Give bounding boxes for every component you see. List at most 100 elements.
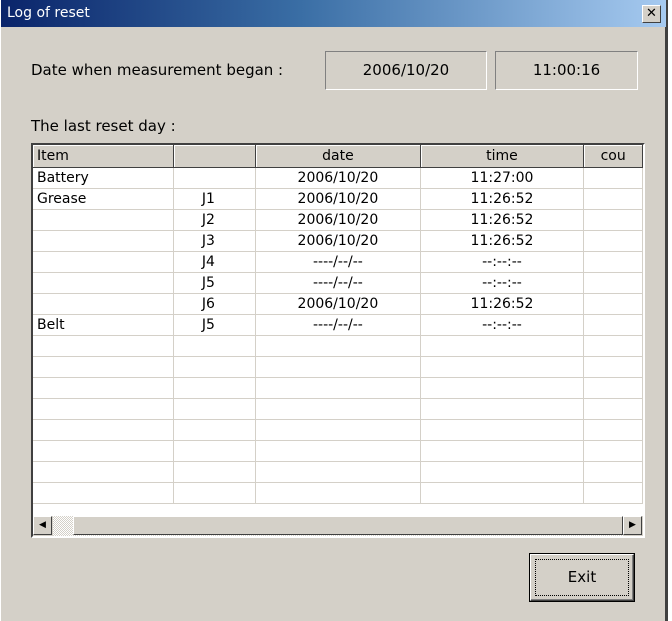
table-row[interactable]: J3 2006/10/20 11:26:52 [33, 230, 643, 252]
table-cell: 2006/10/20 [255, 293, 421, 315]
table-cell: ----/--/-- [255, 314, 421, 336]
table-cell [173, 335, 257, 357]
table-cell: ----/--/-- [255, 272, 421, 294]
table-row[interactable]: Grease J1 2006/10/20 11:26:52 [33, 188, 643, 210]
table-cell: ----/--/-- [255, 251, 421, 273]
table-cell: J2 [173, 209, 257, 231]
table-cell [33, 209, 174, 231]
table-row[interactable]: Belt J5 ----/--/-- --:--:-- [33, 314, 643, 336]
column-header-2[interactable]: date [255, 145, 421, 168]
table-cell [33, 419, 174, 441]
table-cell [583, 461, 643, 483]
table-cell [173, 167, 257, 189]
table-cell [583, 293, 643, 315]
table-cell [173, 398, 257, 420]
table-cell [420, 482, 585, 504]
table-cell [173, 356, 257, 378]
close-icon[interactable]: ✕ [642, 5, 661, 23]
table-cell [583, 230, 643, 252]
table-cell [420, 440, 585, 462]
last-reset-label: The last reset day : [31, 117, 176, 135]
focus-rect [535, 559, 629, 596]
table-row[interactable] [33, 398, 643, 420]
table-cell [173, 461, 257, 483]
table-cell [173, 440, 257, 462]
table-cell: --:--:-- [420, 272, 585, 294]
table-cell [583, 440, 643, 462]
log-of-reset-dialog: Log of reset ✕ Date when measurement beg… [0, 0, 668, 621]
table-cell [583, 251, 643, 273]
table-row[interactable] [33, 356, 643, 378]
table-cell: Battery [33, 167, 174, 189]
column-header-3[interactable]: time [420, 145, 585, 168]
table-cell [33, 335, 174, 357]
table-row[interactable]: J4 ----/--/-- --:--:-- [33, 251, 643, 273]
table-cell: 2006/10/20 [255, 188, 421, 210]
table-cell [583, 377, 643, 399]
table-cell: 11:27:00 [420, 167, 585, 189]
table-cell: J3 [173, 230, 257, 252]
scroll-right-icon[interactable]: ▶ [623, 516, 642, 535]
table-cell [420, 398, 585, 420]
table-row[interactable] [33, 335, 643, 357]
table-cell [583, 398, 643, 420]
table-cell: 11:26:52 [420, 230, 585, 252]
table-cell [255, 356, 421, 378]
table-cell: J1 [173, 188, 257, 210]
table-cell [33, 356, 174, 378]
column-header-4[interactable]: cou [583, 145, 643, 168]
window-title: Log of reset [7, 5, 90, 21]
table-row[interactable]: J6 2006/10/20 11:26:52 [33, 293, 643, 315]
scroll-track[interactable] [53, 516, 623, 536]
scroll-thumb[interactable] [73, 516, 623, 535]
table-cell [583, 335, 643, 357]
table-row[interactable]: J5 ----/--/-- --:--:-- [33, 272, 643, 294]
table-cell [255, 377, 421, 399]
table-row[interactable] [33, 440, 643, 462]
table-cell [583, 272, 643, 294]
measurement-label: Date when measurement began : [31, 61, 284, 79]
table-cell: 11:26:52 [420, 293, 585, 315]
table-cell: 2006/10/20 [255, 209, 421, 231]
column-header-0[interactable]: Item [33, 145, 174, 168]
table-cell [33, 461, 174, 483]
table-cell [173, 419, 257, 441]
table-cell [255, 482, 421, 504]
table-cell: J6 [173, 293, 257, 315]
table-cell [583, 356, 643, 378]
table-cell [420, 335, 585, 357]
table-cell [583, 314, 643, 336]
table-cell: 2006/10/20 [255, 230, 421, 252]
table-row[interactable]: Battery 2006/10/20 11:27:00 [33, 167, 643, 189]
table-cell [583, 188, 643, 210]
table-cell [255, 461, 421, 483]
table-cell [583, 419, 643, 441]
table-cell [173, 482, 257, 504]
table-row[interactable] [33, 377, 643, 399]
table-cell: J5 [173, 272, 257, 294]
exit-button[interactable]: Exit [530, 554, 634, 601]
table-cell: 11:26:52 [420, 188, 585, 210]
table-cell [420, 377, 585, 399]
title-bar[interactable]: Log of reset ✕ [1, 0, 666, 27]
table-cell [33, 293, 174, 315]
horizontal-scrollbar[interactable]: ◀ ▶ [33, 516, 643, 536]
table-cell: --:--:-- [420, 251, 585, 273]
table-row[interactable]: J2 2006/10/20 11:26:52 [33, 209, 643, 231]
measurement-date-field: 2006/10/20 [325, 51, 487, 90]
table-cell: 11:26:52 [420, 209, 585, 231]
table-row[interactable] [33, 482, 643, 504]
table-cell [255, 440, 421, 462]
table-row[interactable] [33, 419, 643, 441]
scroll-left-icon[interactable]: ◀ [33, 516, 52, 535]
table-cell [255, 398, 421, 420]
reset-log-grid: Item date time cou Battery 2006/10/20 11:27:0… [33, 145, 643, 504]
table-row[interactable] [33, 461, 643, 483]
table-cell [583, 167, 643, 189]
table-cell [33, 272, 174, 294]
reset-log-table[interactable]: Item date time cou Battery 2006/10/20 11:27:0… [31, 143, 645, 538]
table-cell [33, 251, 174, 273]
table-cell [33, 440, 174, 462]
measurement-time-field: 11:00:16 [495, 51, 638, 90]
column-header-1[interactable] [173, 145, 257, 168]
